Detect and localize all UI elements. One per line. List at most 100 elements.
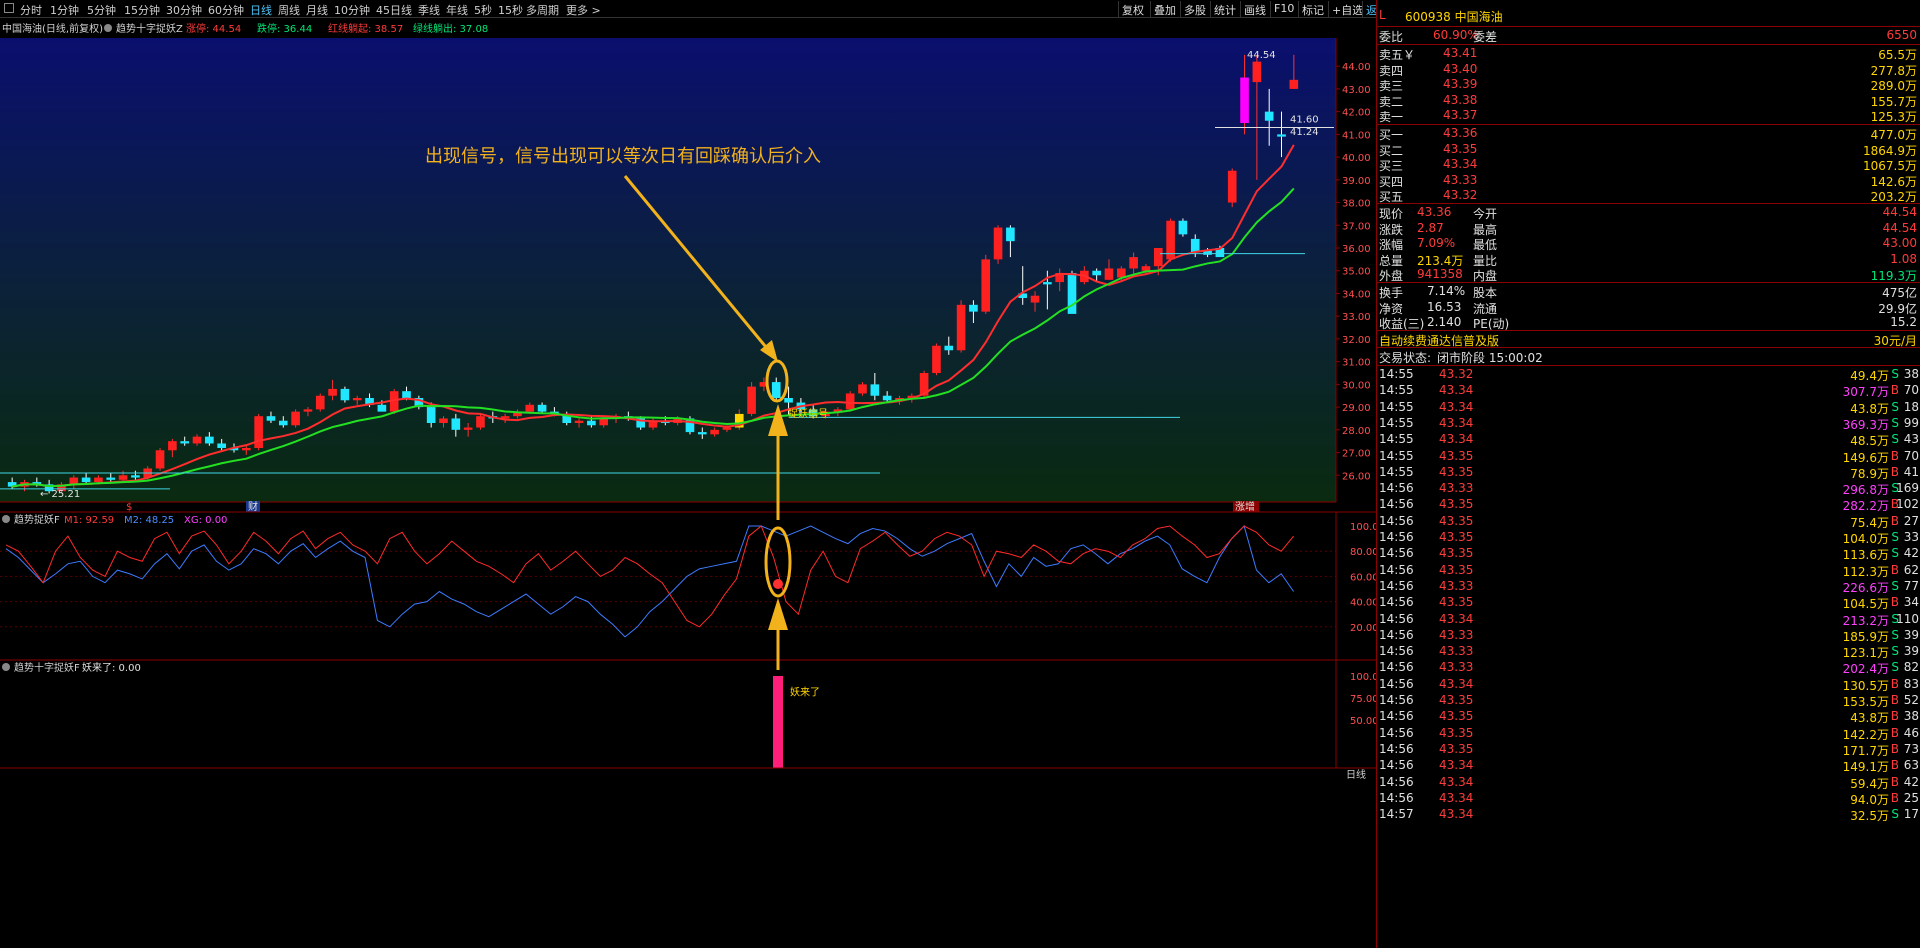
tick-side: B	[1890, 758, 1899, 773]
tick-volume: 113.6万	[1842, 548, 1889, 563]
stat-value: 213.4万	[1417, 253, 1464, 268]
tick-row: 14:56 43.34 149.1万 B 63	[1377, 758, 1920, 774]
tick-row: 14:56 43.35 282.2万 B 102	[1377, 497, 1920, 513]
tick-time: 14:55	[1379, 415, 1414, 430]
tick-volume: 104.0万	[1842, 532, 1889, 546]
quote-row: 涨跌 2.87 最高 44.54	[1377, 221, 1920, 237]
y-tick-label: 37.00	[1342, 221, 1371, 232]
candle-body	[242, 448, 251, 451]
tick-volume: 296.8万	[1842, 483, 1889, 498]
tick-volume: 213.2万	[1842, 613, 1889, 628]
candle-body	[993, 227, 1003, 260]
y-tick-label: 30.00	[1342, 380, 1371, 391]
tick-volume: 149.6万	[1842, 450, 1889, 465]
y-tick-label: 44.00	[1342, 62, 1371, 73]
tick-time: 14:56	[1379, 513, 1414, 528]
tick-side: S	[1891, 415, 1899, 430]
quote-row: 卖四 43.40 277.8万	[1377, 62, 1920, 78]
tick-row: 14:56 43.35 153.5万 B 52	[1377, 693, 1920, 709]
candle-body	[291, 411, 300, 426]
ask-label: 卖三	[1379, 79, 1404, 94]
quote-row: 总量 213.4万 量比 1.08	[1377, 251, 1920, 268]
y-tick-label: 60.00	[1350, 572, 1376, 583]
stat-label: 股本	[1473, 286, 1498, 300]
ask-label: 卖一	[1379, 110, 1404, 125]
candle-body	[1289, 79, 1299, 89]
tick-time: 14:57	[1379, 807, 1414, 822]
candle-body	[845, 393, 855, 410]
stat-value: 2.140	[1427, 315, 1462, 330]
stat-label: 量比	[1473, 253, 1498, 268]
tick-side: S	[1891, 530, 1899, 544]
main-chart-background	[0, 38, 1336, 502]
stat-value: 43.00	[1882, 236, 1917, 251]
ask-price: 43.41	[1443, 46, 1478, 60]
legend-item: 跌停: 36.44	[257, 22, 312, 35]
tick-price: 43.33	[1439, 627, 1474, 642]
bid-label: 买二	[1379, 143, 1404, 158]
tick-row: 14:56 43.35 112.3万 B 62	[1377, 562, 1920, 579]
tick-time: 14:56	[1379, 497, 1414, 512]
tick-price: 43.34	[1439, 432, 1474, 447]
candle-body	[858, 384, 867, 394]
tick-time: 14:56	[1379, 627, 1414, 642]
tick-row: 14:56 43.35 113.6万 S 42	[1377, 546, 1920, 563]
bid-volume: 142.6万	[1870, 174, 1917, 189]
tick-volume: 202.4万	[1842, 662, 1889, 677]
tick-row: 14:56 43.34 94.0万 B 25	[1377, 791, 1920, 807]
tick-count: 27	[1903, 513, 1919, 528]
tick-volume: 104.5万	[1842, 597, 1889, 612]
tick-price: 43.34	[1439, 399, 1474, 414]
tick-row: 14:55 43.35 78.9万 B 41	[1377, 465, 1920, 481]
y-tick-label: 43.00	[1342, 85, 1371, 96]
stat-value: 7.09%	[1417, 236, 1456, 251]
candle-body	[340, 388, 350, 401]
candle-body	[574, 420, 584, 423]
market-tag: L	[1379, 8, 1386, 22]
stat-label: 换手	[1379, 286, 1404, 300]
marker-finance: 财	[248, 500, 258, 513]
indicator-toggle-icon[interactable]	[2, 515, 10, 523]
ask-price: 43.38	[1443, 92, 1478, 107]
ask-volume: 65.5万	[1878, 48, 1917, 62]
tick-volume: 369.3万	[1842, 417, 1889, 432]
status-label: 交易状态:	[1379, 351, 1432, 365]
tick-row: 14:55 43.32 49.4万 S 38	[1377, 367, 1920, 383]
ask-label: 卖五￥	[1379, 48, 1416, 62]
tick-side: S	[1891, 399, 1899, 414]
stat-value: 7.14%	[1427, 284, 1466, 298]
tick-row: 14:56 43.35 142.2万 B 46	[1377, 726, 1920, 742]
y-tick-label: 40.00	[1342, 153, 1371, 164]
tick-volume: 130.5万	[1842, 678, 1889, 693]
indicator-toggle-icon[interactable]	[2, 663, 10, 671]
tick-row: 14:55 43.34 307.7万 B 70	[1377, 383, 1920, 399]
y-tick-label: 33.00	[1342, 312, 1371, 323]
candle-body	[352, 398, 362, 401]
tick-price: 43.35	[1439, 741, 1474, 756]
indicator-toggle-icon[interactable]	[104, 24, 112, 32]
candle-body	[266, 416, 276, 421]
candle-body	[882, 395, 892, 401]
tick-price: 43.35	[1439, 513, 1474, 528]
candle-body	[747, 386, 756, 414]
legend-item: 绿线躺出: 37.08	[413, 22, 488, 35]
candle-body	[1277, 134, 1286, 137]
y-tick-label: 29.00	[1342, 403, 1371, 414]
candle-body	[956, 304, 966, 351]
candle-body	[710, 429, 719, 435]
tick-price: 43.32	[1439, 367, 1474, 381]
stat-label: 现价	[1379, 207, 1404, 221]
tick-row: 14:56 43.34 130.5万 B 83	[1377, 677, 1920, 693]
candle-body	[254, 416, 263, 448]
candle-body	[1252, 61, 1262, 83]
candle-body	[81, 477, 91, 483]
candle-body	[192, 436, 202, 444]
candle-body	[205, 436, 214, 444]
indicator-name: 趋势十字捉妖Z	[116, 22, 183, 35]
tick-count: 110	[1896, 611, 1919, 626]
legend-item: M2: 48.25	[124, 515, 174, 526]
stat-value: 1.08	[1890, 251, 1917, 266]
ask-volume: 155.7万	[1870, 94, 1917, 109]
tick-time: 14:55	[1379, 448, 1414, 463]
tick-time: 14:56	[1379, 562, 1414, 577]
